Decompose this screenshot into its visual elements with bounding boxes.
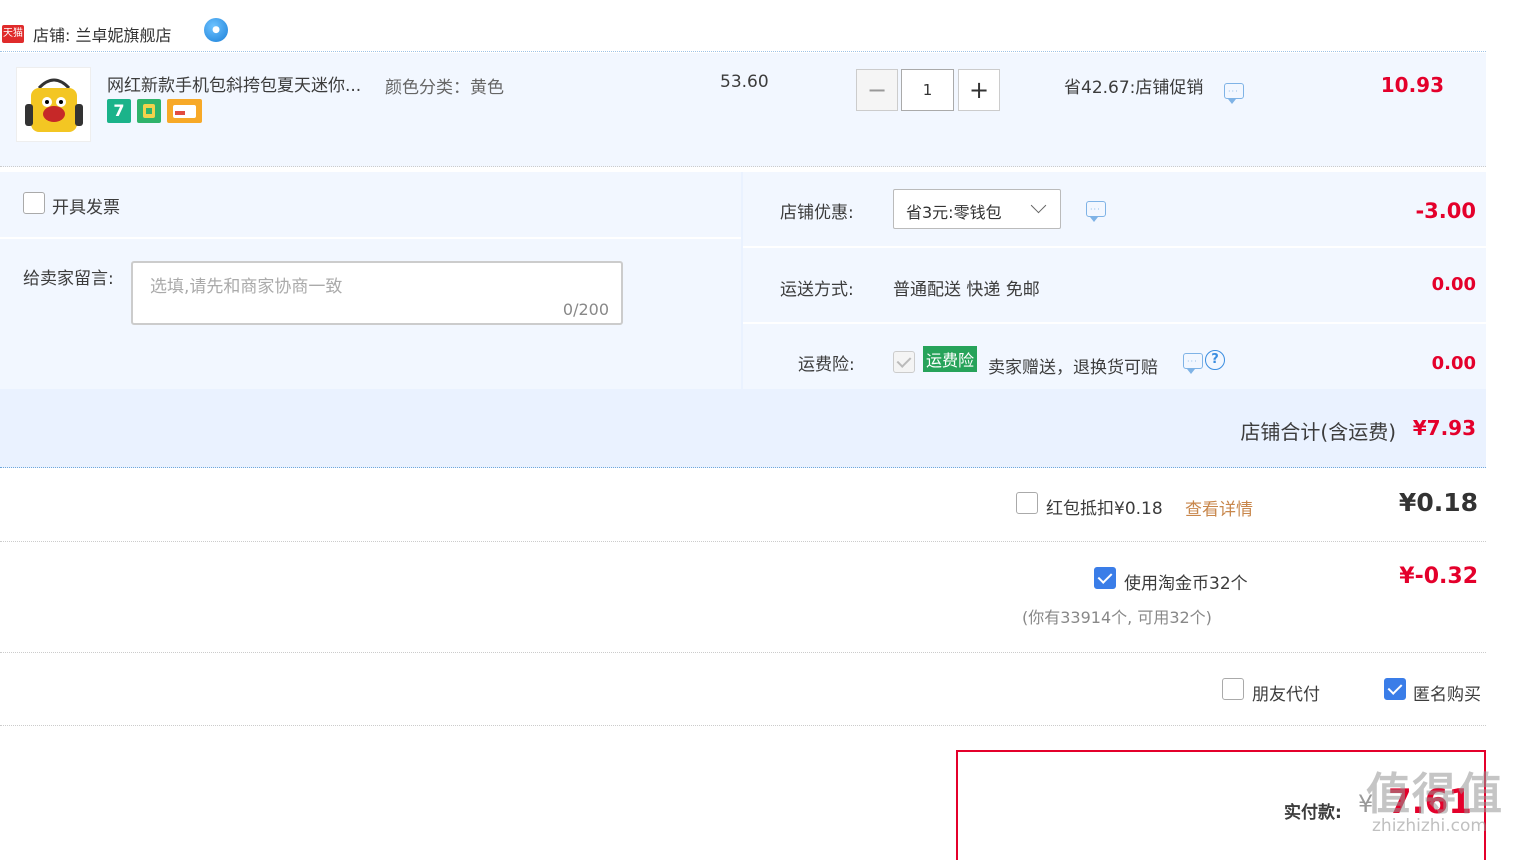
taojinbi-label: 使用淘金币32个 [1124,574,1248,594]
shipping-method: 普通配送 快递 免邮 [893,280,1040,300]
cart-item-row: 网红新款手机包斜挎包夏天迷你... 颜色分类：黄色 7 53.60 − 1 + … [0,53,1486,167]
watermark-logo: 值得值 [1366,769,1504,820]
insurance-label: 运费险: [798,355,855,375]
insurance-comment-icon[interactable]: ··· [1183,353,1203,374]
taojinbi-balance-note: (你有33914个, 可用32个) [1022,608,1212,627]
watermark-url: zhizhizhi.com [1372,816,1487,836]
divider [0,725,1486,726]
card-payment-badge[interactable] [167,99,202,123]
guarantee-icon [143,104,155,118]
chat-bubble-icon[interactable]: ● [204,18,228,42]
credit-card-icon [173,105,196,118]
taojinbi-checkbox[interactable] [1094,567,1116,589]
taojinbi-amount: ¥-0.32 [1399,564,1478,589]
invoice-checkbox[interactable] [23,192,45,214]
insurance-description: 卖家赠送，退换货可赔 [988,358,1158,378]
tmall-guarantee-badge[interactable] [137,99,161,123]
store-coupon-select[interactable]: 省3元:零钱包 [893,189,1061,229]
payment-label: 实付款: [1284,803,1342,823]
memo-placeholder: 选填,请先和商家协商一致 [150,277,343,297]
item-promo-text: 省42.67:店铺促销 [1064,78,1204,98]
chevron-down-icon [1030,197,1047,214]
divider [743,246,1486,248]
coupon-selected-value: 省3元:零钱包 [906,203,1002,222]
store-discount-column: 店铺优惠: 省3元:零钱包 ··· -3.00 运送方式: 普通配送 快递 免邮… [743,172,1486,389]
item-subtotal: 10.93 [1380,73,1444,97]
item-unit-price: 53.60 [720,72,769,92]
memo-char-count: 0/200 [562,300,609,319]
item-sku-label: 颜色分类：黄色 [385,78,504,98]
coupon-amount: -3.00 [1415,199,1476,223]
redpack-amount: ¥0.18 [1398,488,1478,517]
memo-label: 给卖家留言: [23,269,114,289]
anonymous-checkbox[interactable] [1384,678,1406,700]
anonymous-label: 匿名购买 [1413,685,1481,705]
shipping-amount: 0.00 [1431,274,1476,295]
yellow-bag-image [25,78,83,132]
redpack-label: 红包抵扣¥0.18 [1046,499,1163,519]
invoice-label: 开具发票 [52,198,120,218]
coupon-comment-icon[interactable]: ··· [1086,201,1106,222]
buyer-options-column: 开具发票 给卖家留言: 选填,请先和商家协商一致 0/200 [0,172,741,389]
insurance-amount: 0.00 [1431,353,1476,374]
coupon-label: 店铺优惠: [780,203,854,223]
store-header: 天猫 店铺: 兰卓妮旗舰店 ● [0,14,1486,52]
product-thumbnail[interactable] [16,67,91,142]
shipping-label: 运送方式: [780,280,854,300]
divider [743,322,1486,324]
redpack-details-link[interactable]: 查看详情 [1185,495,1253,520]
seven-day-return-badge[interactable]: 7 [107,99,131,123]
divider [0,652,1486,653]
friend-pay-checkbox[interactable] [1222,678,1244,700]
question-icon[interactable]: ? [1205,350,1225,370]
item-title-link[interactable]: 网红新款手机包斜挎包夏天迷你... [107,71,361,96]
seller-memo-textarea[interactable]: 选填,请先和商家协商一致 0/200 [131,261,623,325]
redpack-checkbox[interactable] [1016,492,1038,514]
store-options-panel: 开具发票 给卖家留言: 选填,请先和商家协商一致 0/200 店铺优惠: 省3元… [0,172,1486,468]
quantity-input[interactable]: 1 [901,69,954,111]
quantity-plus-button[interactable]: + [958,69,1000,111]
tmall-logo: 天猫 [2,25,24,43]
insurance-tag: 运费险 [923,346,978,372]
quantity-minus-button[interactable]: − [856,69,898,111]
insurance-checkbox [893,351,915,373]
store-total-label: 店铺合计(含运费) [1240,420,1396,444]
divider [0,237,741,239]
friend-pay-label: 朋友代付 [1252,685,1320,705]
store-name-link[interactable]: 店铺: 兰卓妮旗舰店 [33,22,171,46]
promo-comment-icon[interactable]: ··· [1224,83,1244,104]
store-total-value: ¥7.93 [1412,416,1476,440]
divider [0,541,1486,542]
